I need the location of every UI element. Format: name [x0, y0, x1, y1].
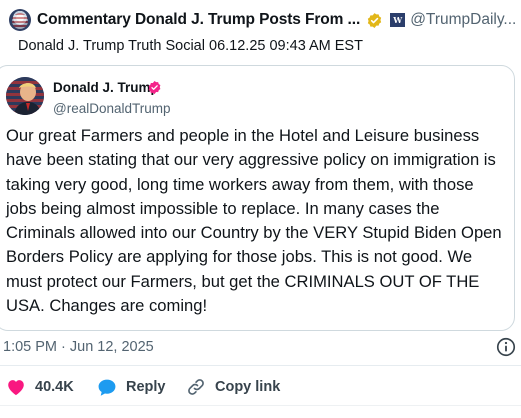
reply-button[interactable]: Reply — [97, 376, 166, 398]
reply-label: Reply — [126, 379, 166, 395]
post-text-line: jobs being almost impossible to replace.… — [6, 198, 440, 218]
copy-link-button[interactable]: Copy link — [186, 376, 280, 398]
copy-link-label: Copy link — [215, 379, 281, 395]
affiliate-badge: W — [390, 13, 406, 27]
author-name[interactable]: Donald J. Trump — [53, 80, 159, 95]
post-screenshot: Commentary Donald J. Trump Posts From ..… — [0, 0, 521, 418]
like-button[interactable]: 40.4K — [6, 376, 74, 398]
header-account-name[interactable]: Commentary Donald J. Trump Posts From ..… — [37, 11, 360, 29]
post-text-line: USA. Changes are coming! — [6, 296, 208, 316]
heart-icon — [8, 380, 24, 396]
avatar-image — [6, 77, 44, 115]
author-handle[interactable]: @realDonaldTrump — [53, 101, 171, 116]
header-handle[interactable]: @TrumpDaily... — [410, 11, 516, 29]
divider — [0, 365, 521, 366]
bottom-edge — [0, 405, 521, 418]
quoted-account-header: Commentary Donald J. Trump Posts From ..… — [0, 0, 521, 40]
post-text-line: Our great Farmers and people in the Hote… — [6, 126, 480, 145]
post-text: Our great Farmers and people in the Hote… — [6, 124, 511, 318]
post-text-line: must protect our Farmers, but get the CR… — [6, 271, 480, 291]
post-text-line: Criminals allowed into our Country by th… — [6, 223, 502, 243]
reply-bubble-icon — [98, 379, 116, 396]
post-subtitle: Donald J. Trump Truth Social 06.12.25 09… — [18, 38, 363, 54]
post-text-line: Borders Policy are applying for those jo… — [6, 247, 473, 267]
verified-pink-icon — [148, 80, 161, 95]
like-count: 40.4K — [35, 379, 74, 395]
author-avatar[interactable] — [6, 77, 44, 115]
post-timestamp[interactable]: 1:05 PM · Jun 12, 2025 — [3, 339, 154, 355]
info-icon[interactable] — [495, 336, 517, 358]
link-icon — [188, 379, 204, 395]
post-text-line: taking very good, long time workers away… — [6, 174, 474, 194]
embedded-post-card[interactable]: Donald J. Trump @realDonaldTrump Our gre… — [0, 65, 515, 331]
header-avatar[interactable] — [9, 9, 31, 31]
verified-gold-icon — [368, 12, 382, 28]
post-text-line: have been stating that our very aggressi… — [6, 150, 496, 170]
